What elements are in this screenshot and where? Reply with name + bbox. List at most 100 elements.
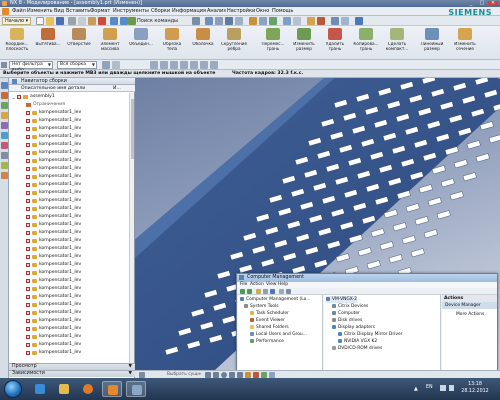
linear-dimension-button[interactable]: Линейный размер: [417, 28, 447, 58]
snap-endpoint-icon[interactable]: [150, 61, 158, 69]
component-row[interactable]: kompensator1_lev: [9, 197, 135, 205]
component-row[interactable]: kompensator1_lev: [9, 189, 135, 197]
constraint-icon[interactable]: [317, 17, 325, 25]
component-row[interactable]: kompensator1_lev: [9, 245, 135, 253]
snap-on-curve-icon[interactable]: [200, 61, 208, 69]
resize-button[interactable]: Изменить размер: [289, 28, 319, 58]
checkbox[interactable]: [26, 287, 30, 291]
snap-center-icon[interactable]: [170, 61, 178, 69]
start-menu-button[interactable]: Начало ▾: [2, 17, 32, 25]
copy-face-button[interactable]: Копирова... грань: [351, 28, 381, 58]
component-row[interactable]: kompensator1_lev: [9, 333, 135, 341]
taskbar-nx-button[interactable]: [102, 381, 122, 397]
tree-item[interactable]: VM-VNGX-2: [326, 296, 357, 303]
trim-body-button[interactable]: Обрезка тела: [157, 28, 187, 58]
open-folder-icon[interactable]: [46, 17, 54, 25]
unite-button[interactable]: Объедин...: [126, 28, 156, 58]
checkbox[interactable]: [26, 135, 30, 139]
checkbox[interactable]: [26, 231, 30, 235]
component-row[interactable]: kompensator1_lev: [9, 253, 135, 261]
more-actions-link[interactable]: More Actions: [456, 311, 484, 318]
snap-existing-point-icon[interactable]: [190, 61, 198, 69]
checkbox[interactable]: [26, 319, 30, 323]
checkbox[interactable]: [26, 191, 30, 195]
component-row[interactable]: kompensator1_lev: [9, 213, 135, 221]
fit-view-icon[interactable]: [205, 17, 213, 25]
back-icon[interactable]: [240, 289, 245, 294]
component-row[interactable]: kompensator1_lev: [9, 165, 135, 173]
visualization-tab-icon[interactable]: [1, 172, 8, 179]
analysis-icon[interactable]: [341, 17, 349, 25]
component-row[interactable]: kompensator1_lev: [9, 229, 135, 237]
properties-icon[interactable]: [263, 289, 268, 294]
menu-insert[interactable]: Вставить: [66, 8, 90, 15]
menu-assemblies[interactable]: Сборки: [151, 8, 170, 15]
checkbox[interactable]: [26, 327, 30, 331]
help-icon[interactable]: [270, 289, 275, 294]
command-search-input[interactable]: Поиск команды: [137, 17, 189, 25]
component-row[interactable]: kompensator1_lev: [9, 109, 135, 117]
save-icon[interactable]: [56, 17, 64, 25]
component-row[interactable]: kompensator1_lev: [9, 205, 135, 213]
forward-icon[interactable]: [247, 289, 252, 294]
show-hide-icon[interactable]: [293, 17, 301, 25]
taskbar-media-player-button[interactable]: [78, 381, 98, 397]
menu-analysis[interactable]: Анализ: [207, 8, 226, 15]
snap-intersection-icon[interactable]: [210, 61, 218, 69]
component-row[interactable]: kompensator1_lev: [9, 309, 135, 317]
cut-icon[interactable]: [68, 17, 76, 25]
component-row[interactable]: kompensator1_lev: [9, 133, 135, 141]
checkbox[interactable]: [26, 215, 30, 219]
layer-icon[interactable]: [269, 17, 277, 25]
checkbox[interactable]: [26, 335, 30, 339]
taskbar-ie-button[interactable]: [30, 381, 50, 397]
component-row[interactable]: kompensator1_lev: [9, 317, 135, 325]
taskbar-clock[interactable]: 13:18 28.12.2012: [458, 381, 492, 395]
move-face-button[interactable]: Перемес... грань: [258, 28, 288, 58]
component-row[interactable]: kompensator1_lev: [9, 125, 135, 133]
redo-icon[interactable]: [120, 17, 128, 25]
part-navigator-tab-icon[interactable]: [1, 102, 8, 109]
show-hide-tree-icon[interactable]: [279, 289, 284, 294]
pan-icon[interactable]: [235, 17, 243, 25]
component-row[interactable]: kompensator1_lev: [9, 349, 135, 357]
checkbox[interactable]: [26, 167, 30, 171]
datum-plane-button[interactable]: Координ... плоскость: [2, 28, 32, 58]
checkbox[interactable]: [26, 279, 30, 283]
taskbar-computer-management-button[interactable]: [126, 381, 146, 397]
web-browser-tab-icon[interactable]: [1, 132, 8, 139]
roles-tab-icon[interactable]: [1, 152, 8, 159]
checkbox[interactable]: [26, 151, 30, 155]
snap-quadrant-icon[interactable]: [180, 61, 188, 69]
snap-midpoint-icon[interactable]: [160, 61, 168, 69]
column-header-name[interactable]: Описательное имя детали: [21, 85, 85, 92]
palette-tab-icon[interactable]: [1, 142, 8, 149]
constraints-row[interactable]: Ограничения: [9, 101, 135, 109]
column-header-info[interactable]: И...: [113, 85, 121, 92]
close-button[interactable]: ✕: [488, 1, 498, 6]
checkbox[interactable]: [26, 343, 30, 347]
windows-start-icon[interactable]: [4, 380, 22, 398]
type-filter-select[interactable]: Нет фильтра выбо▼: [9, 61, 53, 73]
snap-point-icon[interactable]: [102, 61, 110, 69]
assembly-icon[interactable]: [307, 17, 315, 25]
rotate-icon[interactable]: [225, 17, 233, 25]
checkbox[interactable]: [26, 143, 30, 147]
component-row[interactable]: kompensator1_lev: [9, 277, 135, 285]
selection-scope-select[interactable]: Вся сборка ▼: [57, 61, 97, 69]
tree-item[interactable]: Performance: [250, 338, 284, 345]
checkbox[interactable]: [26, 263, 30, 267]
tree-item[interactable]: Disk drives: [332, 317, 362, 324]
checkbox[interactable]: [26, 351, 30, 355]
tree-item[interactable]: Local Users and Grou...: [250, 331, 307, 338]
up-icon[interactable]: [256, 289, 261, 294]
tree-item[interactable]: Task Scheduler: [250, 310, 289, 317]
component-row[interactable]: kompensator1_lev: [9, 285, 135, 293]
extrude-button[interactable]: Вытягива...: [33, 28, 63, 58]
help-icon[interactable]: [355, 17, 363, 25]
zoom-icon[interactable]: [215, 17, 223, 25]
checkbox[interactable]: [26, 159, 30, 163]
component-row[interactable]: kompensator1_lev: [9, 173, 135, 181]
menu-view[interactable]: Вид: [54, 8, 64, 15]
actions-device-manager[interactable]: Device Manager: [442, 302, 497, 309]
